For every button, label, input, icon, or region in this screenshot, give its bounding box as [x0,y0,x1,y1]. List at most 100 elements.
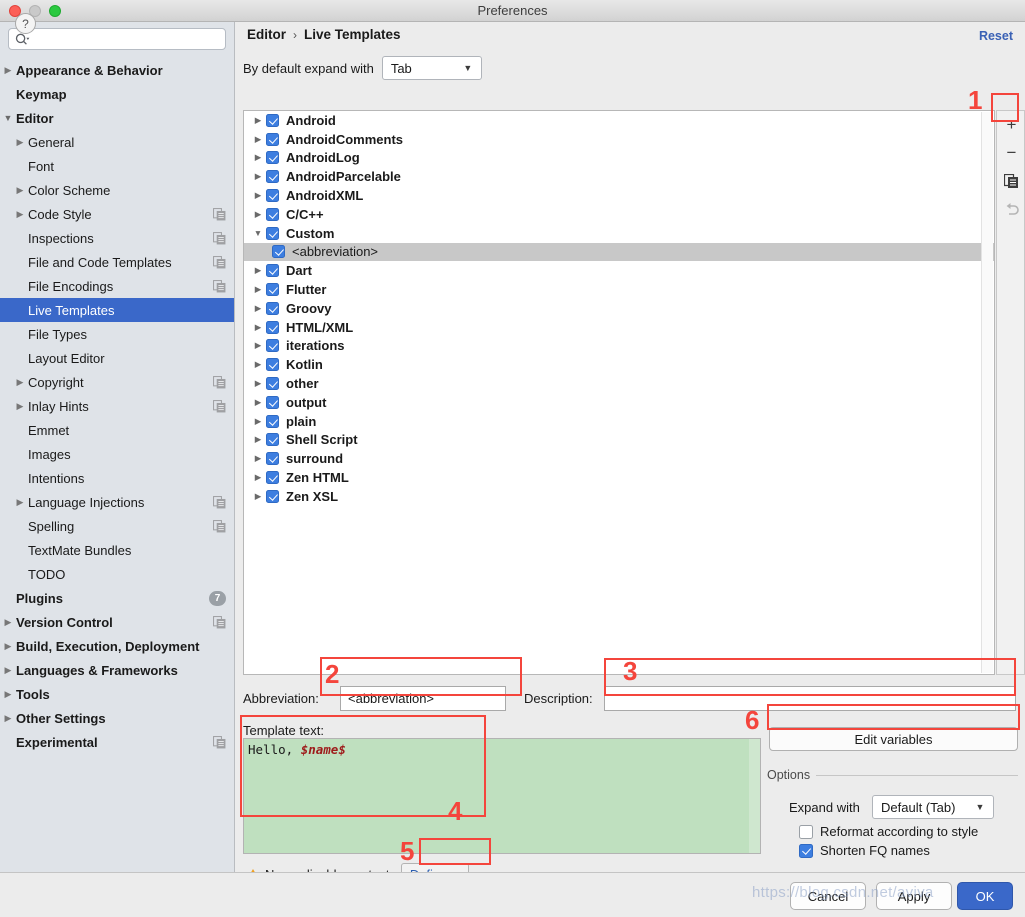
sidebar-item-build-execution-deployment[interactable]: ▶ Build, Execution, Deployment [0,634,234,658]
edit-variables-button[interactable]: Edit variables [769,727,1018,751]
chevron-right-icon[interactable]: ▶ [250,171,266,182]
sidebar-item-todo[interactable]: TODO [0,562,234,586]
template-tree-row[interactable]: ▶ plain [244,412,994,431]
description-field[interactable] [604,686,1016,711]
template-group-checkbox[interactable] [266,471,279,485]
revert-icon[interactable] [997,195,1025,223]
template-tree-row[interactable]: ▶ iterations [244,337,994,356]
template-group-checkbox[interactable] [266,358,279,372]
sidebar-item-version-control[interactable]: ▶ Version Control [0,610,234,634]
sidebar-item-spelling[interactable]: Spelling [0,514,234,538]
template-tree-row[interactable]: ▶ other [244,374,994,393]
chevron-right-icon[interactable]: ▶ [250,472,266,483]
sidebar-item-font[interactable]: Font [0,154,234,178]
chevron-right-icon[interactable]: ▶ [12,377,28,387]
template-tree-row[interactable]: ▶ output [244,393,994,412]
template-scrollbar[interactable] [749,739,760,853]
template-group-checkbox[interactable] [272,245,285,259]
template-group-tree[interactable]: ▶ Android ▶ AndroidComments ▶ AndroidLog ▶ Andr… [243,110,995,675]
chevron-right-icon[interactable]: ▶ [12,497,28,507]
template-group-checkbox[interactable] [266,395,279,409]
chevron-right-icon[interactable]: ▶ [250,340,266,351]
template-group-checkbox[interactable] [266,489,279,503]
chevron-right-icon[interactable]: ▶ [0,641,16,651]
abbreviation-field[interactable]: <abbreviation> [340,686,506,711]
template-tree-row[interactable]: ▶ C/C++ [244,205,994,224]
chevron-right-icon[interactable]: ▶ [250,152,266,163]
sidebar-item-keymap[interactable]: Keymap [0,82,234,106]
add-template-button[interactable]: + [997,111,1025,139]
reformat-checkbox[interactable] [799,824,813,839]
template-tree-row[interactable]: ▶ AndroidParcelable [244,167,994,186]
sidebar-item-appearance-behavior[interactable]: ▶ Appearance & Behavior [0,58,234,82]
sidebar-item-file-and-code-templates[interactable]: File and Code Templates [0,250,234,274]
template-tree-row[interactable]: ▶ surround [244,449,994,468]
chevron-right-icon[interactable]: ▶ [0,713,16,723]
chevron-right-icon[interactable]: ▶ [250,209,266,220]
template-group-checkbox[interactable] [266,264,279,278]
sidebar-item-editor[interactable]: ▼ Editor [0,106,234,130]
template-tree-row[interactable]: ▼ Custom [244,224,994,243]
ok-button[interactable]: OK [957,882,1013,910]
template-group-checkbox[interactable] [266,433,279,447]
template-tree-row[interactable]: ▶ AndroidComments [244,130,994,149]
sidebar-item-images[interactable]: Images [0,442,234,466]
sidebar-item-emmet[interactable]: Emmet [0,418,234,442]
sidebar-item-experimental[interactable]: Experimental [0,730,234,754]
chevron-right-icon[interactable]: ▶ [250,453,266,464]
template-tree-row[interactable]: ▶ Android [244,111,994,130]
chevron-right-icon[interactable]: ▶ [0,689,16,699]
template-tree-row[interactable]: ▶ AndroidLog [244,149,994,168]
options-expand-with-select[interactable]: Default (Tab) ▼ [872,795,994,819]
template-tree-row[interactable]: ▶ HTML/XML [244,318,994,337]
cancel-button[interactable]: Cancel [790,882,866,910]
chevron-right-icon[interactable]: ▶ [0,65,16,75]
chevron-right-icon[interactable]: ▶ [0,617,16,627]
sidebar-item-languages-frameworks[interactable]: ▶ Languages & Frameworks [0,658,234,682]
apply-button[interactable]: Apply [876,882,952,910]
duplicate-icon[interactable] [997,167,1025,195]
template-group-checkbox[interactable] [266,226,279,240]
sidebar-item-tools[interactable]: ▶ Tools [0,682,234,706]
sidebar-item-code-style[interactable]: ▶ Code Style [0,202,234,226]
chevron-right-icon[interactable]: ▶ [250,303,266,314]
sidebar-item-intentions[interactable]: Intentions [0,466,234,490]
template-group-checkbox[interactable] [266,189,279,203]
template-tree-row[interactable]: <abbreviation> [244,242,994,262]
chevron-right-icon[interactable]: ▶ [0,665,16,675]
shorten-checkbox-row[interactable]: Shorten FQ names [799,843,930,858]
template-group-checkbox[interactable] [266,339,279,353]
reformat-checkbox-row[interactable]: Reformat according to style [799,824,978,839]
chevron-down-icon[interactable]: ▼ [0,113,16,123]
template-tree-row[interactable]: ▶ Groovy [244,299,994,318]
template-group-checkbox[interactable] [266,207,279,221]
template-group-checkbox[interactable] [266,283,279,297]
template-tree-row[interactable]: ▶ Dart [244,261,994,280]
remove-template-button[interactable]: − [997,139,1025,167]
template-tree-row[interactable]: ▶ Zen HTML [244,468,994,487]
help-button[interactable]: ? [15,13,36,34]
template-tree-row[interactable]: ▶ Shell Script [244,431,994,450]
template-tree-row[interactable]: ▶ Zen XSL [244,487,994,506]
reset-link[interactable]: Reset [979,29,1013,43]
template-group-checkbox[interactable] [266,320,279,334]
sidebar-item-file-types[interactable]: File Types [0,322,234,346]
chevron-right-icon[interactable]: ▶ [250,190,266,201]
chevron-right-icon[interactable]: ▶ [250,378,266,389]
template-group-checkbox[interactable] [266,414,279,428]
template-group-checkbox[interactable] [266,301,279,315]
template-group-checkbox[interactable] [266,113,279,127]
chevron-right-icon[interactable]: ▶ [12,137,28,147]
sidebar-item-inspections[interactable]: Inspections [0,226,234,250]
chevron-right-icon[interactable]: ▶ [250,397,266,408]
chevron-right-icon[interactable]: ▶ [250,359,266,370]
template-group-checkbox[interactable] [266,377,279,391]
breadcrumb-parent[interactable]: Editor [247,27,286,42]
sidebar-item-copyright[interactable]: ▶ Copyright [0,370,234,394]
chevron-right-icon[interactable]: ▶ [250,416,266,427]
chevron-right-icon[interactable]: ▶ [250,284,266,295]
template-group-checkbox[interactable] [266,452,279,466]
chevron-right-icon[interactable]: ▶ [250,322,266,333]
template-text-area[interactable]: Hello, $name$ [243,738,761,854]
chevron-right-icon[interactable]: ▶ [12,209,28,219]
